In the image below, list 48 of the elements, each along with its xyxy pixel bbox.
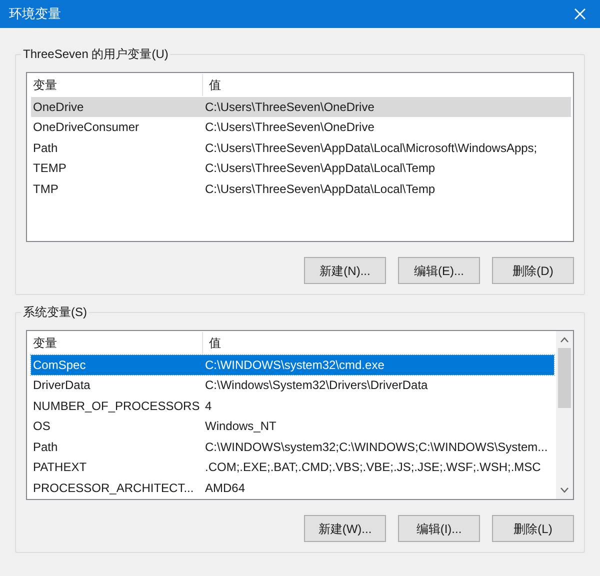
variable-value: .COM;.EXE;.BAT;.CMD;.VBS;.VBE;.JS;.JSE;.WSF;.WSH;.MSC bbox=[204, 459, 541, 476]
list-row[interactable]: Path C:\Users\ThreeSeven\AppData\Local\Microsoft\WindowsApps; bbox=[31, 138, 571, 158]
dialog-button[interactable]: 编辑(I)... bbox=[398, 515, 480, 542]
list-row[interactable]: PROCESSOR_ARCHITECT... AMD64 bbox=[31, 478, 554, 498]
variable-name: OneDrive bbox=[32, 100, 84, 114]
list-row[interactable]: NUMBER_OF_PROCESSORS 4 bbox=[31, 396, 554, 416]
list-row[interactable]: OneDriveConsumer C:\Users\ThreeSeven\OneDrive bbox=[31, 117, 571, 137]
group-label: ThreeSeven 的用户变量(U) bbox=[21, 46, 170, 62]
dialog-button[interactable]: 新建(N)... bbox=[304, 257, 386, 284]
variable-value: C:\Users\ThreeSeven\AppData\Local\Microsoft\WindowsApps; bbox=[204, 140, 538, 156]
variable-name: PATHEXT bbox=[32, 460, 87, 474]
list-row[interactable]: OneDrive C:\Users\ThreeSeven\OneDrive bbox=[31, 96, 571, 116]
variable-name: Path bbox=[32, 440, 58, 454]
variable-value: C:\Users\ThreeSeven\OneDrive bbox=[204, 119, 374, 136]
list-row[interactable]: TEMP C:\Users\ThreeSeven\AppData\Local\Temp bbox=[31, 158, 571, 178]
variable-name: Path bbox=[32, 140, 58, 154]
variable-name: DriverData bbox=[32, 378, 90, 392]
variable-value: C:\Users\ThreeSeven\AppData\Local\Temp bbox=[204, 160, 436, 177]
variable-value: C:\Users\ThreeSeven\OneDrive bbox=[204, 98, 374, 116]
variable-value: C:\Windows\System32\Drivers\DriverData bbox=[204, 377, 428, 394]
list-row[interactable]: Path C:\WINDOWS\system32;C:\WINDOWS;C:\WINDOWS\System... bbox=[31, 436, 554, 456]
variable-name: OneDriveConsumer bbox=[32, 120, 140, 134]
variable-name: ComSpec bbox=[32, 358, 86, 372]
window-title: 环境变量 bbox=[9, 5, 61, 24]
variable-name: OS bbox=[32, 419, 50, 433]
variable-name: NUMBER_OF_PROCESSORS bbox=[32, 398, 200, 412]
variable-name: TEMP bbox=[32, 161, 66, 175]
dialog-button[interactable]: 删除(D) bbox=[492, 257, 574, 284]
dialog-button[interactable]: 新建(W)... bbox=[304, 515, 386, 542]
list-row[interactable]: PATHEXT .COM;.EXE;.BAT;.CMD;.VBS;.VBE;.JS;.JSE;.WSF;.WSH;.MSC bbox=[31, 457, 554, 477]
column-header[interactable]: 变量 bbox=[31, 74, 203, 96]
variable-value: C:\WINDOWS\system32;C:\WINDOWS;C:\WINDOWS\System... bbox=[204, 438, 548, 456]
list-row[interactable]: OS Windows_NT bbox=[31, 416, 554, 436]
column-header[interactable]: 值 bbox=[203, 332, 554, 354]
variable-value: C:\WINDOWS\system32\cmd.exe bbox=[204, 356, 384, 374]
group-label: 系统变量(S) bbox=[21, 304, 89, 320]
variable-value: C:\Users\ThreeSeven\AppData\Local\Temp bbox=[204, 180, 436, 198]
list-row[interactable]: ComSpec C:\WINDOWS\system32\cmd.exe bbox=[31, 354, 554, 374]
variable-name: TMP bbox=[32, 182, 58, 196]
dialog-button[interactable]: 删除(L) bbox=[492, 515, 574, 542]
variable-name: PROCESSOR_ARCHITECT... bbox=[32, 480, 194, 494]
list-row[interactable]: TMP C:\Users\ThreeSeven\AppData\Local\Temp bbox=[31, 178, 571, 198]
column-header[interactable]: 值 bbox=[203, 74, 571, 96]
variable-value: AMD64 bbox=[204, 480, 246, 496]
variable-value: Windows_NT bbox=[204, 418, 276, 435]
variable-value: 4 bbox=[204, 398, 212, 414]
dialog-button[interactable]: 编辑(E)... bbox=[398, 257, 480, 284]
list-row[interactable]: DriverData C:\Windows\System32\Drivers\DriverData bbox=[31, 375, 554, 395]
